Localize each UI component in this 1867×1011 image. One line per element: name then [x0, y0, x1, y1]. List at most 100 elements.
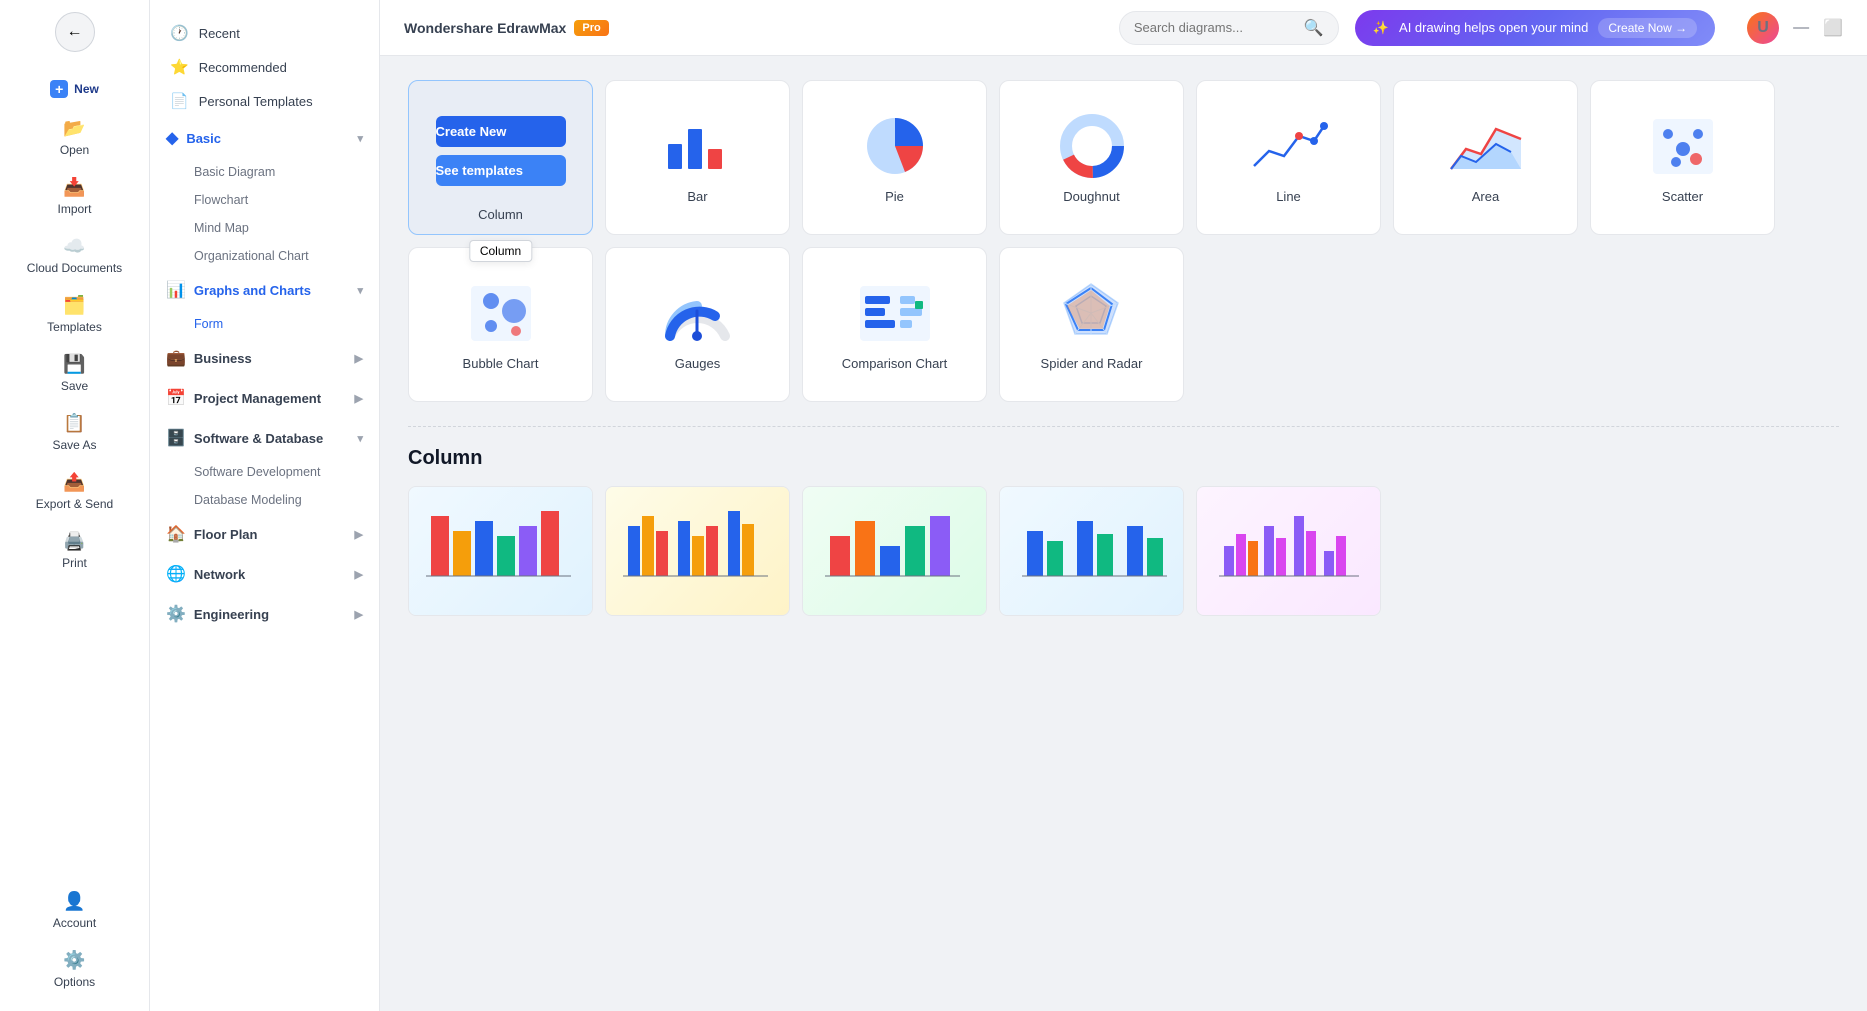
comparison-card-label: Comparison Chart [842, 356, 948, 371]
ai-banner[interactable]: ✨ AI drawing helps open your mind Create… [1355, 10, 1715, 46]
sidebar-item-options[interactable]: ⚙️ Options [0, 940, 149, 999]
sidebar-sub-basic-diagram[interactable]: Basic Diagram [150, 158, 379, 186]
header-icons: U — ⬜ [1747, 12, 1843, 44]
floor-label: Floor Plan [194, 527, 258, 542]
back-icon: ← [67, 23, 83, 41]
sidebar-category-floor[interactable]: 🏠 Floor Plan ▶ [150, 514, 379, 554]
basic-cat-icon: ◆ [166, 128, 178, 148]
network-chevron: ▶ [355, 568, 363, 581]
ai-create-button[interactable]: Create Now → [1598, 18, 1697, 38]
column-tooltip: Column [469, 240, 532, 262]
see-templates-button[interactable]: See templates [436, 155, 566, 186]
sidebar-item-open[interactable]: 📂 Open [0, 108, 149, 167]
sidebar-category-network[interactable]: 🌐 Network ▶ [150, 554, 379, 594]
sidebar-category-software[interactable]: 🗄️ Software & Database ▾ [150, 418, 379, 458]
sidebar-item-print[interactable]: 🖨️ Print [0, 521, 149, 580]
sidebar-item-save[interactable]: 💾 Save [0, 344, 149, 403]
export-icon: 📤 [63, 472, 85, 493]
options-label: Options [54, 975, 95, 989]
graphs-cat-icon: 📊 [166, 280, 186, 300]
chart-card-gauges[interactable]: Gauges [605, 247, 790, 402]
open-icon: 📂 [63, 118, 85, 139]
template-item-3[interactable] [802, 486, 987, 616]
sidebar-category-engineering[interactable]: ⚙️ Engineering ▶ [150, 594, 379, 634]
sidebar-item-export[interactable]: 📤 Export & Send [0, 462, 149, 521]
user-avatar[interactable]: U [1747, 12, 1779, 44]
recommended-icon: ⭐ [170, 58, 189, 76]
chart-card-doughnut[interactable]: Doughnut [999, 80, 1184, 235]
line-chart-icon [1249, 111, 1329, 181]
search-bar[interactable]: 🔍 [1119, 11, 1339, 45]
sidebar-category-basic[interactable]: ◆ Basic ▾ [150, 118, 379, 158]
sidebar-item-cloud[interactable]: ☁️ Cloud Documents [0, 226, 149, 285]
pro-badge: Pro [574, 20, 608, 36]
floor-cat-icon: 🏠 [166, 524, 186, 544]
sidebar-item-new[interactable]: + New [0, 70, 149, 108]
chart-card-comparison[interactable]: Comparison Chart [802, 247, 987, 402]
sidebar-category-project[interactable]: 📅 Project Management ▶ [150, 378, 379, 418]
chart-card-bubble[interactable]: Bubble Chart [408, 247, 593, 402]
maximize-button[interactable]: ⬜ [1823, 20, 1843, 37]
spider-card-label: Spider and Radar [1041, 356, 1143, 371]
import-label: Import [57, 202, 91, 216]
sidebar-sub-db-modeling[interactable]: Database Modeling [150, 486, 379, 514]
sidebar-recent[interactable]: 🕐 Recent [150, 16, 379, 50]
template-item-1[interactable] [408, 486, 593, 616]
search-icon: 🔍 [1304, 18, 1324, 38]
sidebar-item-saveas[interactable]: 📋 Save As [0, 403, 149, 462]
minimize-button[interactable]: — [1793, 19, 1809, 36]
sidebar-category-business[interactable]: 💼 Business ▶ [150, 338, 379, 378]
templates-icon: 🗂️ [63, 295, 85, 316]
personal-templates-icon: 📄 [170, 92, 189, 110]
sidebar-category-graphs[interactable]: 📊 Graphs and Charts ▾ [150, 270, 379, 310]
export-label: Export & Send [36, 497, 113, 511]
bubble-card-label: Bubble Chart [463, 356, 539, 371]
chart-card-column[interactable]: Create New See templates Column Column [408, 80, 593, 235]
scatter-card-label: Scatter [1662, 189, 1703, 204]
search-input[interactable] [1134, 20, 1296, 35]
engineering-chevron: ▶ [355, 608, 363, 621]
new-plus-icon: + [50, 80, 68, 98]
basic-chevron: ▾ [357, 132, 363, 145]
chart-card-pie[interactable]: Pie [802, 80, 987, 235]
sidebar-sub-software-dev[interactable]: Software Development [150, 458, 379, 486]
template-thumb-inner-3 [803, 487, 986, 615]
template-item-5[interactable] [1196, 486, 1381, 616]
engineering-label: Engineering [194, 607, 269, 622]
main-content: Wondershare EdrawMax Pro 🔍 ✨ AI drawing … [380, 0, 1867, 1011]
chart-card-bar[interactable]: Bar [605, 80, 790, 235]
spider-chart-icon [1052, 278, 1132, 348]
template-item-2[interactable] [605, 486, 790, 616]
ai-banner-text: AI drawing helps open your mind [1399, 20, 1588, 35]
back-button[interactable]: ← [55, 12, 95, 52]
sidebar-sub-flowchart[interactable]: Flowchart [150, 186, 379, 214]
sidebar-personal-templates[interactable]: 📄 Personal Templates [150, 84, 379, 118]
header: Wondershare EdrawMax Pro 🔍 ✨ AI drawing … [380, 0, 1867, 56]
basic-label: Basic [186, 131, 221, 146]
create-new-button[interactable]: Create New [436, 116, 566, 147]
chart-card-scatter[interactable]: Scatter [1590, 80, 1775, 235]
sidebar-item-account[interactable]: 👤 Account [0, 881, 149, 940]
sidebar-item-templates[interactable]: 🗂️ Templates [0, 285, 149, 344]
sidebar-recommended[interactable]: ⭐ Recommended [150, 50, 379, 84]
chart-type-grid: Create New See templates Column Column B… [408, 80, 1839, 402]
floor-chevron: ▶ [355, 528, 363, 541]
doughnut-card-label: Doughnut [1063, 189, 1119, 204]
sidebar-item-import[interactable]: 📥 Import [0, 167, 149, 226]
recent-icon: 🕐 [170, 24, 189, 42]
minimize-btn-wrapper: — [1793, 19, 1809, 37]
sidebar-sub-mind-map[interactable]: Mind Map [150, 214, 379, 242]
chart-card-area[interactable]: Area [1393, 80, 1578, 235]
recent-label: Recent [199, 26, 240, 41]
sidebar-sub-org-chart[interactable]: Organizational Chart [150, 242, 379, 270]
pie-card-label: Pie [885, 189, 904, 204]
section-title: Column [408, 447, 1839, 470]
area-card-label: Area [1472, 189, 1499, 204]
save-icon: 💾 [63, 354, 85, 375]
chart-card-spider[interactable]: Spider and Radar [999, 247, 1184, 402]
sidebar-sub-form[interactable]: Form [150, 310, 379, 338]
template-item-4[interactable] [999, 486, 1184, 616]
recommended-label: Recommended [199, 60, 287, 75]
chart-card-line[interactable]: Line [1196, 80, 1381, 235]
graphs-label: Graphs and Charts [194, 283, 311, 298]
